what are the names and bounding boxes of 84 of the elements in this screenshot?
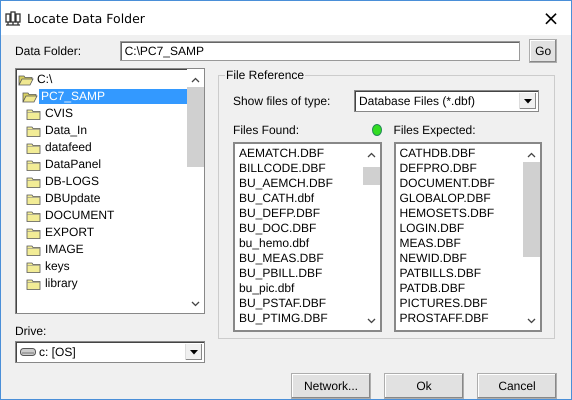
file-item[interactable]: BU_MEAS.DBF [239, 251, 362, 266]
list-label: Files Expected: [394, 123, 476, 137]
folder-icon [22, 90, 38, 103]
dropdown-button[interactable] [519, 93, 536, 109]
scroll-down-icon [366, 318, 376, 324]
close-button[interactable]: × [531, 2, 571, 34]
app-icon [5, 10, 21, 26]
folder-field[interactable]: C:\PC7_SAMP [120, 41, 520, 61]
folder-tree[interactable]: C:\ PC7_SAMP CVIS Data_In datafeed DataPanel DB-LOGS DBUpdate DOCUMENT EXPORT IMAGE keys library [15, 68, 205, 314]
folder-item[interactable]: datafeed [43, 140, 94, 155]
go-button[interactable]: Go [529, 39, 557, 63]
file-item[interactable]: DOCUMENT.DBF [400, 176, 523, 191]
folder-icon [26, 158, 42, 171]
group-title: File Reference [225, 68, 306, 82]
folder-item[interactable]: Data_In [43, 123, 90, 138]
folder-item[interactable]: C:\ [35, 72, 54, 87]
file-type-dropdown[interactable]: Database Files (*.dbf) [354, 90, 539, 112]
file-item[interactable]: PROSTAFF.DBF [400, 311, 523, 326]
file-item[interactable]: BU_CATH.dbf [239, 191, 362, 206]
drive-dropdown[interactable]: c: [OS] [15, 341, 205, 363]
folder-icon [26, 243, 42, 256]
dropdown-button[interactable] [185, 344, 202, 360]
file-item[interactable]: BU_AEMCH.DBF [239, 176, 362, 191]
dropdown-arrow-icon [190, 350, 198, 354]
file-item[interactable]: BILLCODE.DBF [239, 161, 362, 176]
scroll-up-icon [527, 152, 536, 158]
folder-item[interactable]: EXPORT [43, 225, 96, 240]
drive-label: Drive: [15, 324, 48, 338]
file-item[interactable]: BU_PBILL.DBF [239, 266, 362, 281]
list-label: Files Found: [233, 123, 300, 137]
folder-item[interactable]: DB-LOGS [43, 174, 102, 189]
scroll-up-icon [366, 152, 376, 158]
file-item[interactable]: NEWID.DBF [400, 251, 523, 266]
scroll-up-icon [191, 77, 200, 83]
scroll-thumb[interactable] [187, 87, 204, 167]
file-item[interactable]: BU_DOC.DBF [239, 221, 362, 236]
scroll-down-icon [527, 318, 536, 324]
dialog-button[interactable]: Cancel [477, 373, 557, 399]
folder-icon [26, 277, 42, 290]
folder-item[interactable]: DataPanel [43, 157, 104, 172]
folder-item[interactable]: IMAGE [43, 242, 86, 257]
folder-icon [18, 73, 34, 86]
file-item[interactable]: GLOBALOP.DBF [400, 191, 523, 206]
folder-item[interactable]: DOCUMENT [43, 208, 116, 223]
file-item[interactable]: PATBILLS.DBF [400, 266, 523, 281]
folder-icon [26, 141, 42, 154]
file-item[interactable]: bu_hemo.dbf [239, 236, 362, 251]
dropdown-arrow-icon [524, 98, 532, 104]
dialog-button[interactable]: Network... [291, 373, 371, 399]
file-item[interactable]: PICTURES.DBF [400, 296, 523, 311]
scroll-down-icon [191, 301, 200, 307]
dialog-button[interactable]: Ok [384, 373, 464, 399]
folder-item[interactable]: DBUpdate [43, 191, 102, 206]
folder-icon [26, 192, 42, 205]
scroll-thumb[interactable] [523, 162, 540, 257]
folder-item[interactable]: CVIS [43, 106, 76, 121]
file-item[interactable]: HEMOSETS.DBF [400, 206, 523, 221]
drive-icon [20, 347, 36, 357]
file-item[interactable]: BU_PTIMG.DBF [239, 311, 362, 326]
file-item[interactable]: CATHDB.DBF [400, 146, 523, 161]
file-list[interactable]: CATHDB.DBF DEFPRO.DBF DOCUMENT.DBF GLOBALOP.DBF HEMOSETS.DBF LOGIN.DBF MEAS.DBF NEWID.DBF PATBILLS.DBF PATDB.DBF PICTURES.DBF PROSTAFF.DBF [394, 142, 542, 332]
folder-icon [26, 226, 42, 239]
file-item[interactable]: PATDB.DBF [400, 281, 523, 296]
folder-icon [26, 175, 42, 188]
field-label: Data Folder: [15, 44, 82, 58]
scroll-thumb[interactable] [362, 167, 380, 185]
folder-icon [26, 107, 42, 120]
file-item[interactable]: MEAS.DBF [400, 236, 523, 251]
file-list[interactable]: AEMATCH.DBF BILLCODE.DBF BU_AEMCH.DBF BU_CATH.dbf BU_DEFP.DBF BU_DOC.DBF bu_hemo.dbf BU_MEAS.DBF BU_PBILL.DBF bu_pic.dbf BU_PSTAF.DBF BU_PTIMG.DBF [233, 142, 382, 332]
folder-icon [26, 260, 42, 273]
field-label: Show files of type: [233, 94, 332, 108]
dropdown-value: Database Files (*.dbf) [359, 94, 476, 108]
folder-item[interactable]: keys [43, 259, 72, 274]
file-item[interactable]: AEMATCH.DBF [239, 146, 362, 161]
dropdown-value: c: [OS] [39, 345, 77, 359]
folder-icon [26, 124, 42, 137]
window-title: Locate Data Folder [27, 10, 146, 26]
folder-icon [26, 209, 42, 222]
folder-item[interactable]: library [43, 276, 80, 291]
file-item[interactable]: DEFPRO.DBF [400, 161, 523, 176]
file-item[interactable]: BU_DEFP.DBF [239, 206, 362, 221]
file-item[interactable]: bu_pic.dbf [239, 281, 362, 296]
file-item[interactable]: LOGIN.DBF [400, 221, 523, 236]
file-item[interactable]: BU_PSTAF.DBF [239, 296, 362, 311]
